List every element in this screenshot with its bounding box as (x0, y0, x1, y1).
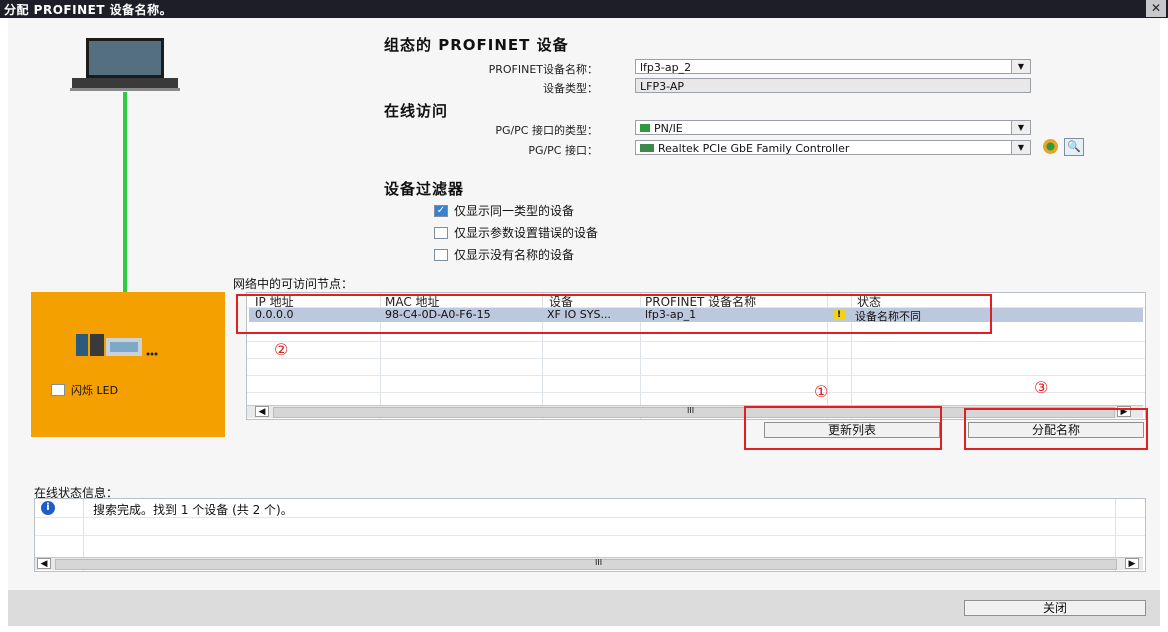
device-name-label: PROFINET设备名称： (488, 63, 598, 76)
if-type-value: PN/IE (654, 122, 683, 135)
annotation-number-1: ① (814, 382, 829, 401)
filter-same-type[interactable]: ✓ 仅显示同一类型的设备 (428, 202, 574, 219)
device-name-value: lfp3-ap_2 (640, 61, 692, 74)
annotation-number-2: ② (274, 340, 289, 359)
close-button[interactable]: 关闭 (964, 600, 1146, 616)
filter-heading: 设备过滤器 (384, 180, 465, 198)
configured-heading: 组态的 PROFINET 设备 (384, 36, 569, 54)
device-type-value: LFP3-AP (640, 80, 684, 93)
connection-status-icon[interactable] (1043, 139, 1058, 154)
flash-led-label: 闪烁 LED (71, 384, 119, 397)
scroll-left-icon[interactable]: ◀ (255, 406, 269, 417)
filter-option-label: 仅显示参数设置错误的设备 (454, 226, 599, 240)
annotation-box-row (236, 294, 992, 334)
window-close-icon[interactable]: ✕ (1146, 0, 1166, 17)
nodes-label: 网络中的可访问节点： (233, 277, 354, 291)
annotation-number-3: ③ (1034, 378, 1049, 397)
if-value: Realtek PCIe GbE Family Controller (658, 142, 850, 155)
device-type-label: 设备类型： (543, 82, 598, 95)
device-panel: 闪烁 LED (31, 292, 225, 437)
scroll-grip: III (687, 406, 695, 415)
search-icon[interactable]: 🔍 (1064, 138, 1084, 156)
scroll-thumb[interactable] (55, 559, 1117, 570)
scroll-right-icon[interactable]: ▶ (1125, 558, 1139, 569)
chevron-down-icon[interactable]: ▼ (1011, 121, 1030, 134)
window-title: 分配 PROFINET 设备名称。 (4, 3, 173, 17)
online-heading: 在线访问 (384, 102, 449, 120)
dialog-footer: 关闭 (8, 590, 1160, 626)
pn-ie-icon (640, 124, 650, 132)
if-combo[interactable]: Realtek PCIe GbE Family Controller ▼ (635, 140, 1031, 155)
device-module-icon (76, 334, 158, 356)
flash-led-checkbox[interactable]: 闪烁 LED (51, 382, 118, 398)
filter-option-label: 仅显示同一类型的设备 (454, 204, 575, 218)
computer-icon (70, 38, 180, 91)
device-name-combo[interactable]: lfp3-ap_2 ▼ (635, 59, 1031, 74)
flash-led-box[interactable] (51, 384, 65, 396)
if-label: PG/PC 接口： (528, 144, 598, 157)
network-card-icon (640, 144, 654, 152)
filter-option-label: 仅显示没有名称的设备 (454, 248, 575, 262)
if-type-combo[interactable]: PN/IE ▼ (635, 120, 1031, 135)
info-icon: i (41, 501, 55, 515)
checkbox-icon[interactable] (434, 226, 448, 239)
filter-no-name[interactable]: 仅显示没有名称的设备 (428, 246, 574, 263)
status-message: 搜索完成。找到 1 个设备 (共 2 个)。 (93, 503, 293, 517)
status-info-list: i 搜索完成。找到 1 个设备 (共 2 个)。 ◀ III ▶ (34, 498, 1146, 572)
chevron-down-icon[interactable]: ▼ (1011, 60, 1030, 73)
status-hscrollbar[interactable]: ◀ III ▶ (35, 557, 1143, 570)
scroll-left-icon[interactable]: ◀ (37, 558, 51, 569)
if-type-label: PG/PC 接口的类型： (495, 124, 598, 137)
annotation-box-refresh (744, 406, 942, 450)
device-type-field: LFP3-AP (635, 78, 1031, 93)
filter-param-errors[interactable]: 仅显示参数设置错误的设备 (428, 224, 598, 241)
chevron-down-icon[interactable]: ▼ (1011, 141, 1030, 154)
title-bar: 分配 PROFINET 设备名称。 ✕ (0, 0, 1168, 18)
checkbox-icon[interactable] (434, 248, 448, 261)
dialog-body: 闪烁 LED 组态的 PROFINET 设备 PROFINET设备名称： lfp… (8, 18, 1160, 626)
scroll-grip: III (595, 558, 603, 567)
checkbox-checked-icon[interactable]: ✓ (434, 204, 448, 217)
annotation-box-assign (964, 408, 1148, 450)
